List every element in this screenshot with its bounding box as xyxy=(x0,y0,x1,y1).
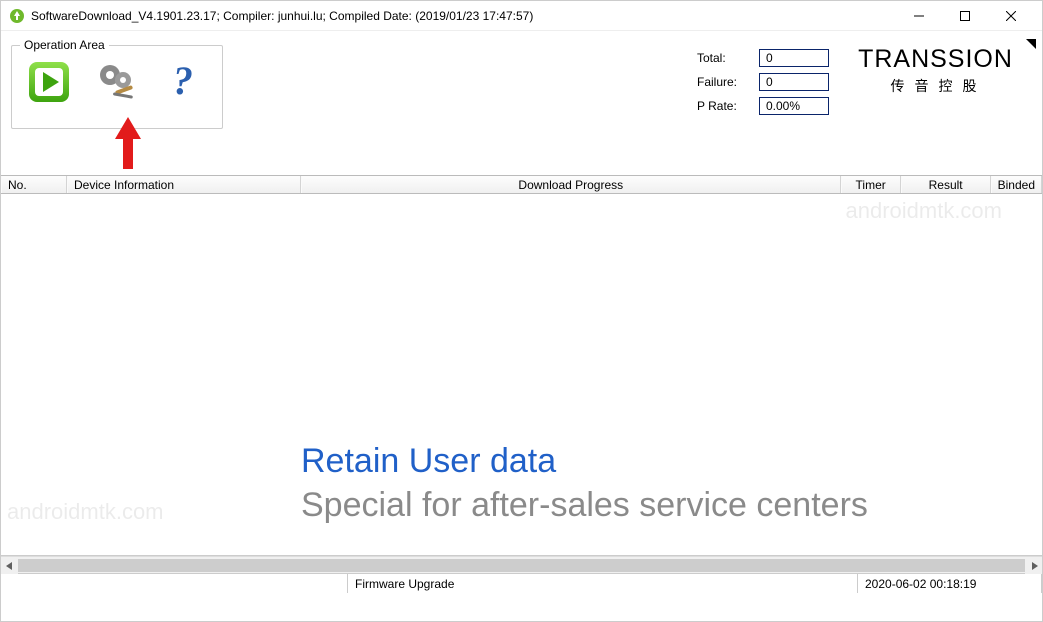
col-binded[interactable]: Binded xyxy=(991,176,1042,193)
start-button[interactable] xyxy=(26,58,72,106)
window-controls xyxy=(896,1,1034,31)
watermark-text: androidmtk.com xyxy=(845,198,1002,224)
prate-value: 0.00% xyxy=(759,97,829,115)
help-button[interactable]: ? xyxy=(162,58,208,106)
watermark-text: androidmtk.com xyxy=(7,499,164,525)
col-no[interactable]: No. xyxy=(1,176,67,193)
device-table: No. Device Information Download Progress… xyxy=(1,175,1042,573)
stats-panel: Total: 0 Failure: 0 P Rate: 0.00% xyxy=(697,49,829,115)
table-body: androidmtk.com androidmtk.com Retain Use… xyxy=(1,194,1042,556)
status-cell-1 xyxy=(1,574,348,593)
col-result[interactable]: Result xyxy=(901,176,991,193)
minimize-button[interactable] xyxy=(896,1,942,31)
window-title: SoftwareDownload_V4.1901.23.17; Compiler… xyxy=(31,9,896,23)
status-mode: Firmware Upgrade xyxy=(348,574,858,593)
app-icon xyxy=(9,8,25,24)
overlay-after-sales: Special for after-sales service centers xyxy=(301,486,868,525)
brand-logo: TRANSSION 传音控股 xyxy=(843,45,1028,96)
status-datetime: 2020-06-02 00:18:19 xyxy=(858,574,1042,593)
maximize-button[interactable] xyxy=(942,1,988,31)
scroll-right-button[interactable] xyxy=(1025,557,1042,574)
total-value: 0 xyxy=(759,49,829,67)
close-button[interactable] xyxy=(988,1,1034,31)
svg-text:?: ? xyxy=(173,60,193,103)
scroll-track[interactable] xyxy=(18,557,1025,573)
col-timer[interactable]: Timer xyxy=(841,176,901,193)
brand-name: TRANSSION xyxy=(843,45,1028,74)
overlay-retain-user-data: Retain User data xyxy=(301,442,556,481)
settings-button[interactable] xyxy=(94,58,140,106)
top-area: Operation Area xyxy=(1,31,1042,131)
operation-area-legend: Operation Area xyxy=(20,38,109,52)
table-header: No. Device Information Download Progress… xyxy=(1,176,1042,194)
arrow-indicator-icon xyxy=(115,117,141,169)
brand-mark-icon xyxy=(1026,39,1036,49)
status-bar: Firmware Upgrade 2020-06-02 00:18:19 xyxy=(1,573,1042,593)
scroll-thumb[interactable] xyxy=(18,559,1025,572)
horizontal-scrollbar[interactable] xyxy=(1,556,1042,573)
col-download-progress[interactable]: Download Progress xyxy=(301,176,841,193)
prate-label: P Rate: xyxy=(697,99,753,113)
failure-value: 0 xyxy=(759,73,829,91)
col-device-information[interactable]: Device Information xyxy=(67,176,301,193)
titlebar: SoftwareDownload_V4.1901.23.17; Compiler… xyxy=(1,1,1042,31)
total-label: Total: xyxy=(697,51,753,65)
brand-subtitle: 传音控股 xyxy=(849,76,1028,96)
scroll-left-button[interactable] xyxy=(1,557,18,574)
failure-label: Failure: xyxy=(697,75,753,89)
